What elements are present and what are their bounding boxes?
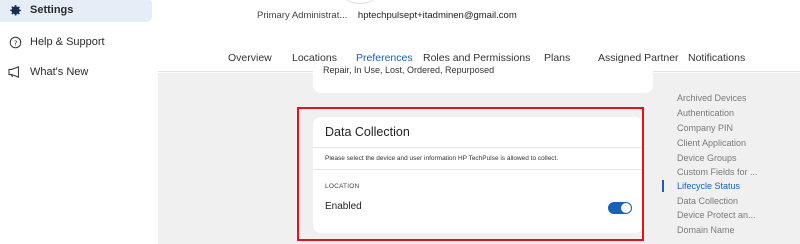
tab-overview[interactable]: Overview (228, 52, 272, 64)
tab-notifications[interactable]: Notifications (688, 52, 745, 64)
tab-assigned-partner[interactable]: Assigned Partner (598, 52, 679, 64)
toc-item-authentication[interactable]: Authentication (677, 108, 734, 118)
megaphone-icon (8, 65, 22, 79)
toc-item-domain-name[interactable]: Domain Name (677, 225, 735, 235)
toc-item-custom-fields[interactable]: Custom Fields for ... (677, 167, 758, 177)
help-icon: ? (8, 35, 22, 49)
tab-locations[interactable]: Locations (292, 52, 337, 64)
admin-role: Primary Administrat... (257, 10, 348, 21)
toc-active-indicator (662, 180, 664, 192)
avatar (338, 0, 382, 4)
tab-preferences[interactable]: Preferences (354, 52, 415, 72)
sidebar-item-help[interactable]: ? Help & Support (0, 30, 152, 54)
toc-item-device-groups[interactable]: Device Groups (677, 153, 737, 163)
admin-info: Primary Administrat... hptechpulsept+ita… (257, 10, 517, 21)
sidebar-item-whats-new[interactable]: What's New (0, 60, 152, 84)
highlight-box (297, 107, 644, 241)
lifecycle-status-card: Repair, In Use, Lost, Ordered, Repurpose… (313, 65, 653, 93)
tab-plans[interactable]: Plans (544, 52, 570, 64)
sidebar-item-label: Help & Support (30, 36, 105, 48)
gear-icon (8, 3, 22, 17)
toc-item-lifecycle-status[interactable]: Lifecycle Status (677, 181, 740, 191)
admin-email: hptechpulsept+itadminen@gmail.com (357, 10, 517, 21)
sidebar-item-label: Settings (30, 4, 74, 16)
sidebar: Settings ? Help & Support What's New (0, 0, 158, 244)
lifecycle-status-values: Repair, In Use, Lost, Ordered, Repurpose… (323, 65, 495, 75)
toc-item-client-application[interactable]: Client Application (677, 138, 746, 148)
toc-item-data-collection[interactable]: Data Collection (677, 196, 738, 206)
toc-item-device-protect[interactable]: Device Protect an... (677, 210, 756, 220)
svg-text:?: ? (13, 38, 17, 47)
toc-item-archived-devices[interactable]: Archived Devices (677, 93, 747, 103)
sidebar-item-settings[interactable]: Settings (0, 0, 152, 22)
toc-item-company-pin[interactable]: Company PIN (677, 123, 733, 133)
tab-roles-and-permissions[interactable]: Roles and Permissions (423, 52, 530, 64)
sidebar-item-label: What's New (30, 66, 89, 78)
